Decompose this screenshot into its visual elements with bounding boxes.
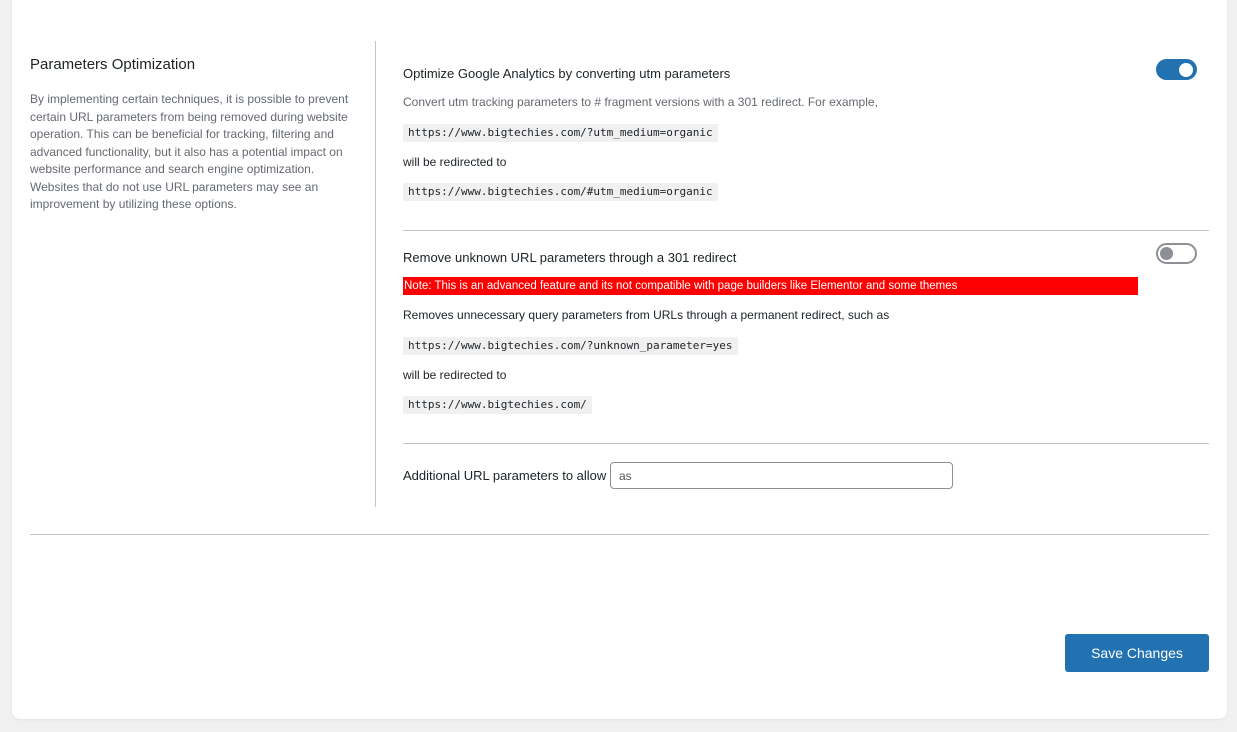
option-divider (403, 443, 1209, 444)
toggle-knob (1179, 62, 1193, 77)
utm-example-to: https://www.bigtechies.com/#utm_medium=o… (403, 183, 718, 201)
allow-params-label: Additional URL parameters to allow (403, 468, 607, 483)
section-divider (30, 534, 1209, 535)
compatibility-warning: Note: This is an advanced feature and it… (403, 277, 1138, 295)
utm-redirect-text: will be redirected to (403, 155, 507, 169)
unknown-params-option-title: Remove unknown URL parameters through a … (403, 250, 737, 265)
utm-option-title: Optimize Google Analytics by converting … (403, 66, 731, 81)
toggle-knob (1160, 247, 1173, 260)
unknown-params-example-from: https://www.bigtechies.com/?unknown_para… (403, 337, 738, 355)
vertical-divider (375, 41, 376, 507)
unknown-params-redirect-text: will be redirected to (403, 368, 507, 382)
unknown-params-example-to: https://www.bigtechies.com/ (403, 396, 592, 414)
save-changes-button[interactable]: Save Changes (1065, 634, 1209, 672)
unknown-params-toggle[interactable] (1156, 243, 1197, 264)
allow-params-input[interactable] (610, 462, 953, 489)
utm-example-from: https://www.bigtechies.com/?utm_medium=o… (403, 124, 718, 142)
utm-toggle[interactable] (1156, 59, 1197, 80)
option-divider (403, 230, 1209, 231)
section-title: Parameters Optimization (30, 56, 196, 73)
unknown-params-description: Removes unnecessary query parameters fro… (403, 308, 890, 322)
utm-option-description: Convert utm tracking parameters to # fra… (403, 95, 878, 109)
section-description: By implementing certain techniques, it i… (30, 92, 349, 211)
